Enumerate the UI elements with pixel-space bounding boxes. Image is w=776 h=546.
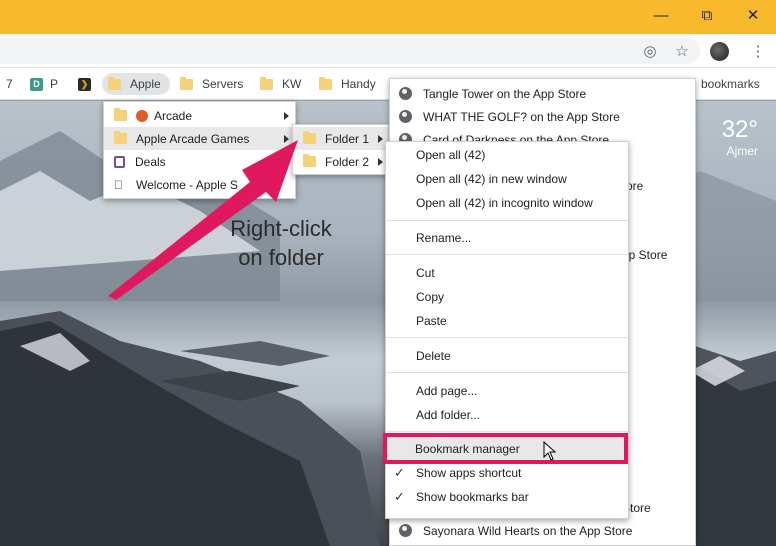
menu-divider: [386, 431, 628, 432]
bookmark-plex[interactable]: ❯: [72, 73, 104, 95]
star-icon[interactable]: ☆: [672, 41, 692, 61]
bookmark-folder-kw[interactable]: KW: [254, 73, 307, 95]
globe-icon: [399, 524, 412, 537]
menu-divider: [386, 220, 628, 221]
bookmark-folder-handy[interactable]: Handy: [313, 73, 382, 95]
context-add-folder[interactable]: Add folder...: [386, 403, 628, 426]
arcade-icon: [136, 109, 148, 122]
weather-temperature: 32°: [721, 116, 758, 143]
toolbar: ◎ ☆ ⋮: [0, 34, 776, 68]
menu-icon[interactable]: ⋮: [748, 41, 768, 61]
context-copy[interactable]: Copy: [386, 285, 628, 308]
bookmark-folder-servers[interactable]: Servers: [174, 73, 249, 95]
close-button[interactable]: ✕: [730, 0, 776, 30]
globe-icon: [399, 87, 412, 100]
bookmark-p[interactable]: D P: [24, 73, 64, 95]
context-add-page[interactable]: Add page...: [386, 379, 628, 402]
folder-icon: [180, 76, 193, 90]
chevron-right-icon: [378, 158, 383, 166]
minimize-button[interactable]: —: [638, 0, 684, 30]
folder-icon: [108, 76, 121, 90]
context-rename[interactable]: Rename...: [386, 226, 628, 249]
chevron-right-icon: [378, 135, 383, 143]
bookmark-item[interactable]: WHAT THE GOLF? on the App Store: [390, 105, 690, 128]
title-bar: — ⧉ ✕: [0, 0, 776, 34]
context-open-all[interactable]: Open all (42): [386, 143, 628, 166]
chevron-right-icon: [284, 112, 289, 120]
folder-icon: [260, 76, 273, 90]
menu-divider: [386, 372, 628, 373]
context-show-apps-shortcut[interactable]: ✓ Show apps shortcut: [386, 461, 628, 484]
context-delete[interactable]: Delete: [386, 344, 628, 367]
folder-icon: [114, 108, 127, 121]
context-paste[interactable]: Paste: [386, 309, 628, 332]
weather-widget: 32° Ajmer: [722, 116, 758, 158]
bookmark-favicon: D: [30, 77, 43, 91]
context-open-all-incognito[interactable]: Open all (42) in incognito window: [386, 191, 628, 214]
check-icon: ✓: [394, 464, 405, 480]
context-show-bookmarks-bar[interactable]: ✓ Show bookmarks bar: [386, 485, 628, 508]
other-bookmarks[interactable]: bookmarks: [695, 73, 766, 95]
weather-city: Ajmer: [726, 144, 758, 158]
globe-icon: [399, 110, 412, 123]
location-icon[interactable]: ◎: [640, 41, 660, 61]
context-bookmark-manager[interactable]: Bookmark manager: [387, 437, 624, 460]
menu-divider: [386, 337, 628, 338]
bookmark-item[interactable]: Tangle Tower on the App Store: [390, 82, 690, 105]
bookmark-item[interactable]: Sayonara Wild Hearts on the App Store: [390, 519, 690, 542]
annotation-text: Right-click on folder: [230, 216, 332, 270]
bookmark-folder-apple[interactable]: Apple: [102, 73, 170, 95]
check-icon: ✓: [394, 488, 405, 504]
address-bar[interactable]: [0, 38, 700, 64]
mouse-cursor-icon: [543, 441, 557, 461]
context-cut[interactable]: Cut: [386, 261, 628, 284]
menu-item-arcade[interactable]: Arcade: [104, 104, 297, 127]
menu-divider: [386, 254, 628, 255]
plex-icon: ❯: [78, 77, 91, 91]
folder-icon: [319, 76, 332, 90]
context-open-all-new-window[interactable]: Open all (42) in new window: [386, 167, 628, 190]
bookmark-7[interactable]: 7: [0, 73, 19, 95]
avatar[interactable]: [710, 42, 729, 61]
maximize-button[interactable]: ⧉: [684, 0, 730, 30]
